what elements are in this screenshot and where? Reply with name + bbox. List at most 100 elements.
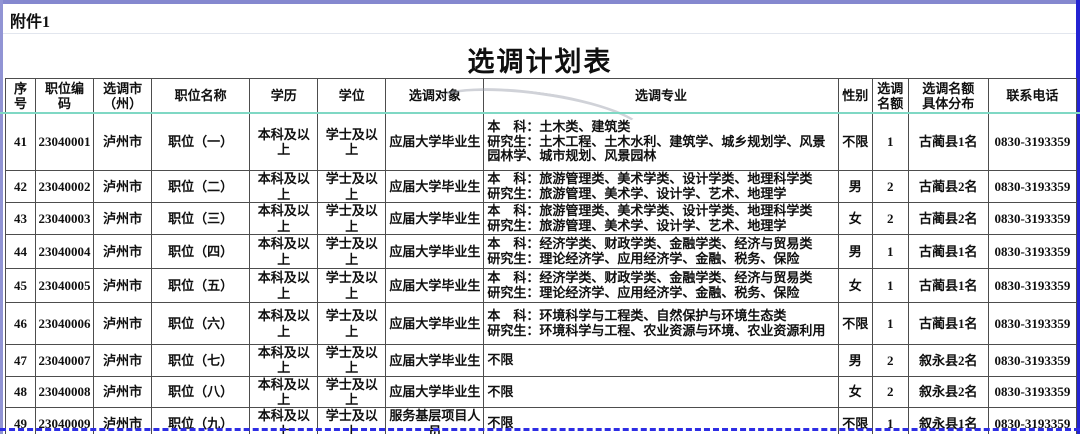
cell-gender: 男: [837, 344, 873, 377]
cell-phone: 0830-3193359: [987, 234, 1078, 269]
column-header: 序 号: [4, 78, 37, 114]
cell-position: 职位（五）: [151, 268, 251, 303]
cell-position: 职位（七）: [151, 344, 251, 377]
table-row: 45 23040005 泸州市 职位（五） 本科及以上 学士及以上 应届大学毕业生本 科：经…: [4, 268, 1078, 303]
cell-position: 职位（二）: [151, 170, 251, 203]
cell-phone: 0830-3193359: [987, 344, 1078, 377]
column-header: 职位名称: [151, 78, 251, 114]
cell-distribution: 古蔺县2名: [907, 202, 989, 235]
cell-distribution: 叙永县2名: [907, 375, 989, 409]
table-row: 48 23040008 泸州市 职位（八） 本科及以上 学士及以上 应届大学毕业生 不限女 2 叙…: [4, 375, 1078, 409]
cell-gender: 男: [837, 234, 873, 269]
row-separator-line: [3, 33, 1076, 34]
column-header: 选调 名额: [871, 78, 909, 114]
cell-seq: 47: [4, 344, 37, 377]
cell-position: 职位（四）: [151, 234, 251, 269]
page-title: 选调计划表: [467, 47, 613, 77]
cell-education: 本科及以上: [249, 202, 319, 235]
cell-degree: 学士及以上: [317, 302, 387, 345]
cell-degree: 学士及以上: [317, 344, 387, 377]
cell-degree: 学士及以上: [317, 113, 387, 171]
column-header: 性别: [837, 78, 873, 114]
column-header: 学位: [317, 78, 387, 114]
cell-city: 泸州市: [93, 170, 153, 203]
header-row: 序 号职位编 码选调市 （州） 职位名称 学历 学位 选调对象 选调专业 性别 选调 名额 选调…: [4, 78, 1078, 114]
cell-target: 应届大学毕业生: [385, 234, 485, 269]
column-header: 选调对象: [385, 78, 485, 114]
cell-gender: 女: [837, 375, 873, 409]
cell-distribution: 古蔺县1名: [907, 234, 989, 269]
cell-quota: 1: [871, 268, 909, 303]
column-header: 联系电话: [987, 78, 1078, 114]
cell-target: 应届大学毕业生: [385, 113, 485, 171]
cell-seq: 45: [4, 268, 37, 303]
cell-degree: 学士及以上: [317, 234, 387, 269]
table-row: 44 23040004 泸州市 职位（四） 本科及以上 学士及以上 应届大学毕业生本 科：经…: [4, 234, 1078, 269]
cell-city: 泸州市: [93, 234, 153, 269]
cell-quota: 2: [871, 344, 909, 377]
cell-code: 23040004: [35, 234, 95, 269]
cell-gender: 女: [837, 268, 873, 303]
cell-degree: 学士及以上: [317, 202, 387, 235]
cell-city: 泸州市: [93, 302, 153, 345]
cell-city: 泸州市: [93, 344, 153, 377]
cell-major: 本 科：土木类、建筑类 研究生：土木工程、土木水利、建筑学、城乡规划学、风景园林…: [483, 113, 839, 171]
cell-city: 泸州市: [93, 202, 153, 235]
teal-gridline-artifact: [0, 112, 1080, 114]
attachment-label: 附件1: [10, 14, 51, 31]
cell-phone: 0830-3193359: [987, 113, 1078, 171]
cell-education: 本科及以上: [249, 113, 319, 171]
cell-distribution: 古蔺县1名: [907, 268, 989, 303]
cell-seq: 44: [4, 234, 37, 269]
cell-seq: 43: [4, 202, 37, 235]
cell-code: 23040008: [35, 375, 95, 409]
cell-position: 职位（六）: [151, 302, 251, 345]
column-header: 选调专业: [483, 78, 839, 114]
cell-major: 本 科：旅游管理类、美术学类、设计学类、地理科学类 研究生：旅游管理、美术学、设…: [483, 202, 839, 235]
cell-seq: 42: [4, 170, 37, 203]
column-header: 学历: [249, 78, 319, 114]
table-row: 46 23040006 泸州市 职位（六） 本科及以上 学士及以上 应届大学毕业生本 科：环…: [4, 302, 1078, 345]
cell-code: 23040003: [35, 202, 95, 235]
cell-gender: 女: [837, 202, 873, 235]
plan-table: 序 号职位编 码选调市 （州） 职位名称 学历 学位 选调对象 选调专业 性别 选调 名额 选调…: [4, 78, 1078, 434]
page-break-dashed-line: [0, 428, 1080, 431]
cell-gender: 不限: [837, 113, 873, 171]
cell-position: 职位（三）: [151, 202, 251, 235]
cell-education: 本科及以上: [249, 170, 319, 203]
cell-seq: 48: [4, 375, 37, 409]
cell-education: 本科及以上: [249, 234, 319, 269]
spreadsheet-view: 附件1 选调计划表 序 号职位编 码选调市 （州） 职位名称 学历 学位 选调对象 选调专…: [0, 0, 1080, 434]
cell-degree: 学士及以上: [317, 375, 387, 409]
cell-phone: 0830-3193359: [987, 268, 1078, 303]
cell-gender: 不限: [837, 302, 873, 345]
cell-gender: 男: [837, 170, 873, 203]
cell-degree: 学士及以上: [317, 268, 387, 303]
table-row: 43 23040003 泸州市 职位（三） 本科及以上 学士及以上 应届大学毕业生本 科：旅…: [4, 202, 1078, 235]
cell-distribution: 叙永县2名: [907, 344, 989, 377]
window-top-border: [0, 0, 1080, 4]
cell-degree: 学士及以上: [317, 170, 387, 203]
cell-target: 应届大学毕业生: [385, 202, 485, 235]
cell-phone: 0830-3193359: [987, 302, 1078, 345]
cell-education: 本科及以上: [249, 268, 319, 303]
cell-distribution: 古蔺县2名: [907, 170, 989, 203]
cell-major: 本 科：经济学类、财政学类、金融学类、经济与贸易类 研究生：理论经济学、应用经济…: [483, 268, 839, 303]
cell-city: 泸州市: [93, 375, 153, 409]
cell-code: 23040007: [35, 344, 95, 377]
column-header: 选调名额 具体分布: [907, 78, 989, 114]
table-row: 41 23040001 泸州市 职位（一） 本科及以上 学士及以上 应届大学毕业生本 科：土…: [4, 113, 1078, 171]
cell-target: 应届大学毕业生: [385, 302, 485, 345]
cell-city: 泸州市: [93, 113, 153, 171]
column-header: 职位编 码: [35, 78, 95, 114]
cell-distribution: 古蔺县1名: [907, 302, 989, 345]
cell-code: 23040002: [35, 170, 95, 203]
cell-education: 本科及以上: [249, 344, 319, 377]
cell-city: 泸州市: [93, 268, 153, 303]
cell-major: 本 科：经济学类、财政学类、金融学类、经济与贸易类 研究生：理论经济学、应用经济…: [483, 234, 839, 269]
cell-quota: 2: [871, 202, 909, 235]
cell-quota: 2: [871, 170, 909, 203]
column-header: 选调市 （州）: [93, 78, 153, 114]
cell-quota: 2: [871, 375, 909, 409]
cell-major: 不限: [483, 344, 839, 377]
